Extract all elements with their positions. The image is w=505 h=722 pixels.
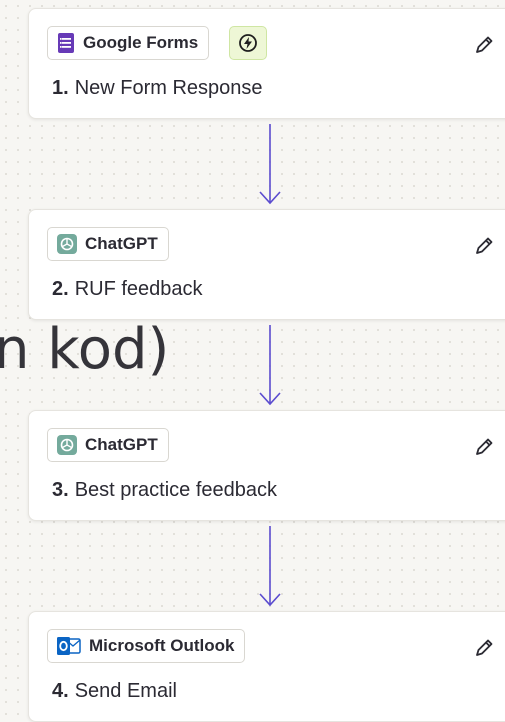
app-chip-microsoft-outlook[interactable]: Microsoft Outlook bbox=[47, 629, 246, 663]
pencil-icon bbox=[473, 235, 495, 257]
step-card-3[interactable]: ChatGPT 3. Best practice feedback bbox=[28, 410, 505, 521]
lightning-icon bbox=[238, 33, 258, 53]
google-forms-icon bbox=[57, 33, 75, 53]
step-title-text: RUF feedback bbox=[74, 278, 203, 300]
step-number: 4. bbox=[52, 680, 69, 702]
app-name: Microsoft Outlook bbox=[89, 636, 235, 655]
edit-button[interactable] bbox=[472, 636, 496, 660]
step-title: 1. New Form Response bbox=[52, 77, 263, 100]
step-title: 3. Best practice feedback bbox=[52, 479, 277, 502]
step-card-4[interactable]: Microsoft Outlook 4. Send Email bbox=[28, 611, 505, 722]
step-title-text: Send Email bbox=[74, 680, 177, 702]
step-card-2[interactable]: ChatGPT 2. RUF feedback bbox=[28, 209, 505, 320]
step-title: 2. RUF feedback bbox=[52, 278, 203, 301]
connector-arrow bbox=[259, 526, 281, 607]
trigger-badge[interactable] bbox=[229, 26, 267, 60]
connector-arrow bbox=[259, 124, 281, 205]
step-title-text: New Form Response bbox=[74, 77, 263, 99]
chatgpt-icon bbox=[57, 435, 77, 455]
step-number: 2. bbox=[52, 278, 69, 300]
step-title: 4. Send Email bbox=[52, 680, 177, 703]
edit-button[interactable] bbox=[472, 435, 496, 459]
connector-arrow bbox=[259, 325, 281, 406]
step-card-1[interactable]: Google Forms 1. New Form Response bbox=[28, 8, 505, 119]
app-chip-google-forms[interactable]: Google Forms bbox=[47, 26, 210, 60]
pencil-icon bbox=[473, 34, 495, 56]
app-chip-chatgpt[interactable]: ChatGPT bbox=[47, 428, 169, 462]
step-number: 3. bbox=[52, 479, 69, 501]
app-name: Google Forms bbox=[83, 33, 199, 52]
edit-button[interactable] bbox=[472, 234, 496, 258]
pencil-icon bbox=[473, 637, 495, 659]
edit-button[interactable] bbox=[472, 33, 496, 57]
step-title-text: Best practice feedback bbox=[74, 479, 278, 501]
chatgpt-icon bbox=[57, 234, 77, 254]
app-name: ChatGPT bbox=[85, 234, 158, 253]
app-name: ChatGPT bbox=[85, 435, 158, 454]
app-chip-chatgpt[interactable]: ChatGPT bbox=[47, 227, 169, 261]
outlook-icon bbox=[57, 636, 81, 656]
overlay-text: n kod) bbox=[0, 317, 170, 382]
pencil-icon bbox=[473, 436, 495, 458]
step-number: 1. bbox=[52, 77, 69, 99]
